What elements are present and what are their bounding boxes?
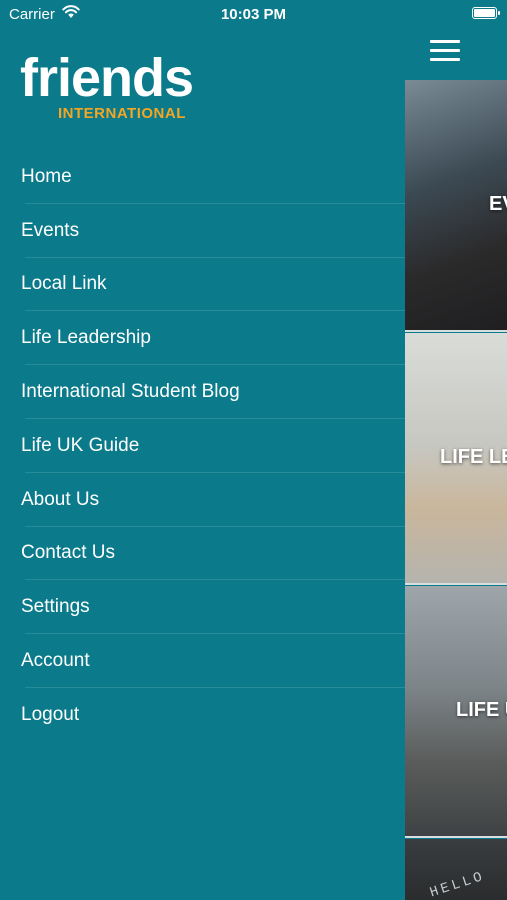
status-time: 10:03 PM [220,6,287,23]
side-drawer: friends INTERNATIONAL Home Events Local … [0,0,405,900]
status-bar: Carrier 10:03 PM [0,0,507,30]
card-title: LIFE LE [440,446,507,468]
friends-international-logo: friends INTERNATIONAL [20,48,210,128]
card-life-leadership[interactable]: LIFE LE [405,333,507,585]
card-hello[interactable]: HELLO [405,839,507,900]
menu-item-life-uk-guide[interactable]: Life UK Guide [0,419,405,473]
card-life-uk[interactable]: LIFE U [405,586,507,838]
card-title: EV [489,193,507,215]
menu-item-home[interactable]: Home [0,150,405,204]
card-events[interactable]: EV [405,80,507,332]
menu-item-contact-us[interactable]: Contact Us [0,527,405,581]
battery-icon [472,7,500,19]
nav-menu: Home Events Local Link Life Leadership I… [0,150,405,742]
logo-wordmark: friends [20,48,194,108]
logo-subtitle: INTERNATIONAL [58,105,186,122]
menu-item-local-link[interactable]: Local Link [0,258,405,312]
menu-item-international-student-blog[interactable]: International Student Blog [0,365,405,419]
main-content: EV LIFE LE LIFE U HELLO [405,0,507,900]
menu-item-events[interactable]: Events [0,204,405,258]
hamburger-menu-icon[interactable] [430,40,460,62]
menu-item-logout[interactable]: Logout [0,688,405,742]
menu-item-life-leadership[interactable]: Life Leadership [0,311,405,365]
menu-item-account[interactable]: Account [0,634,405,688]
card-image-text: HELLO [427,868,488,900]
card-title: LIFE U [456,699,507,721]
menu-item-settings[interactable]: Settings [0,580,405,634]
menu-item-about-us[interactable]: About Us [0,473,405,527]
